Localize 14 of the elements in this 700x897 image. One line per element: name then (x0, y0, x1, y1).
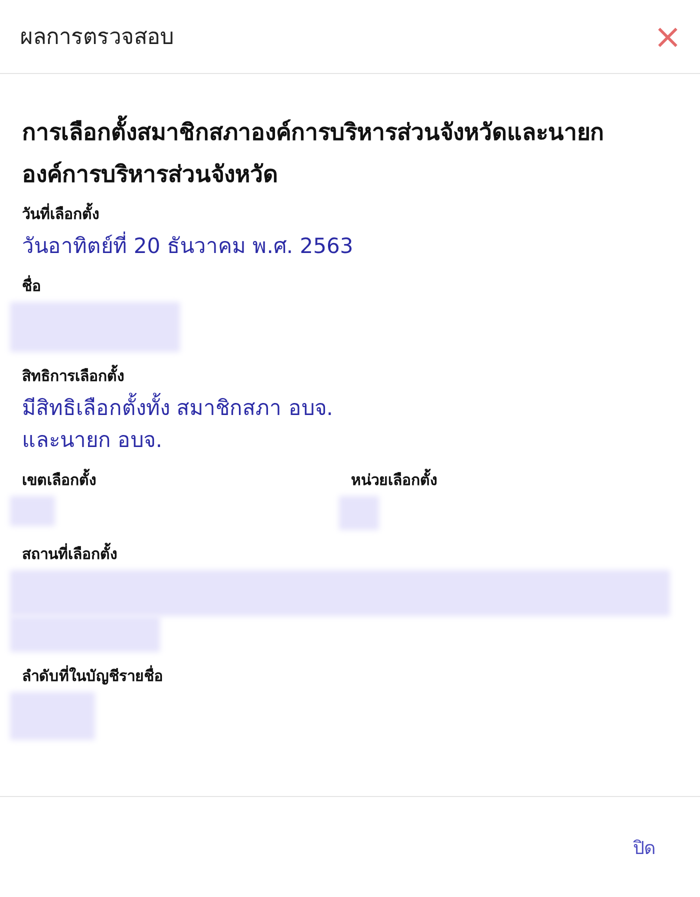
close-button[interactable]: ปิด (629, 828, 660, 866)
field-label: วันที่เลือกตั้ง (22, 202, 367, 226)
field-label: สิทธิการเลือกตั้ง (22, 364, 367, 388)
redacted-block (339, 496, 379, 530)
field-value: วันอาทิตย์ที่ 20 ธันวาคม พ.ศ. 2563 (22, 230, 367, 262)
dialog-title: ผลการตรวจสอบ (20, 24, 174, 52)
field-label: ชื่อ (22, 274, 42, 297)
field-label: หน่วยเลือกตั้ง (351, 468, 680, 492)
election-heading: การเลือกตั้งสมาชิกสภาองค์การบริหารส่วนจังหวัดและนายกองค์การบริหารส่วนจังหวัด (22, 112, 680, 196)
redacted-block (10, 496, 55, 526)
field-label: สถานที่เลือกตั้ง (22, 542, 367, 566)
field-value: มีสิทธิเลือกตั้งทั้ง สมาชิกสภา อบจ. และนายก อบจ. (22, 392, 367, 456)
field-label: ลำดับที่ในบัญชีรายชื่อ (22, 664, 164, 687)
field-label: เขตเลือกตั้ง (22, 468, 351, 492)
